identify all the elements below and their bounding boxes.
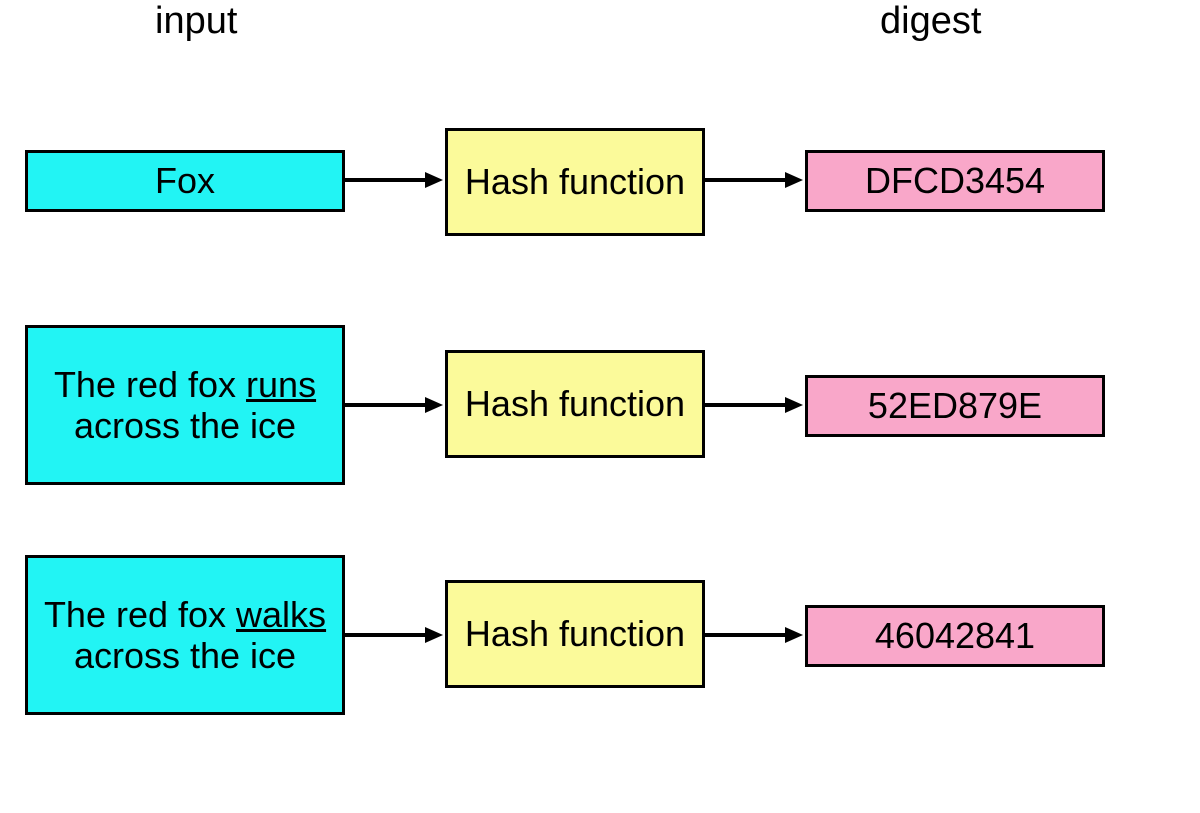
hash-function-diagram: input digest Fox Hash function DFCD3454 … xyxy=(0,0,1200,813)
func-text-3: Hash function xyxy=(465,613,685,654)
digest-text-2: 52ED879E xyxy=(868,385,1042,426)
func-box-3: Hash function xyxy=(445,580,705,688)
arrow-to-func-2 xyxy=(345,395,445,415)
header-digest: digest xyxy=(880,0,981,43)
arrow-to-func-1 xyxy=(345,170,445,190)
digest-box-1: DFCD3454 xyxy=(805,150,1105,212)
digest-box-2: 52ED879E xyxy=(805,375,1105,437)
func-box-2: Hash function xyxy=(445,350,705,458)
arrow-to-digest-2 xyxy=(705,395,805,415)
arrow-to-digest-1 xyxy=(705,170,805,190)
digest-text-1: DFCD3454 xyxy=(865,160,1045,201)
arrow-to-digest-3 xyxy=(705,625,805,645)
arrow-to-func-3 xyxy=(345,625,445,645)
input-box-1: Fox xyxy=(25,150,345,212)
input-box-3: The red fox walks across the ice xyxy=(25,555,345,715)
input-box-2: The red fox runs across the ice xyxy=(25,325,345,485)
input-text-3: The red fox walks across the ice xyxy=(38,594,332,677)
digest-text-3: 46042841 xyxy=(875,615,1035,656)
input-text-1: Fox xyxy=(155,160,215,201)
func-box-1: Hash function xyxy=(445,128,705,236)
input-text-2: The red fox runs across the ice xyxy=(38,364,332,447)
func-text-2: Hash function xyxy=(465,383,685,424)
digest-box-3: 46042841 xyxy=(805,605,1105,667)
header-input: input xyxy=(155,0,237,43)
func-text-1: Hash function xyxy=(465,161,685,202)
